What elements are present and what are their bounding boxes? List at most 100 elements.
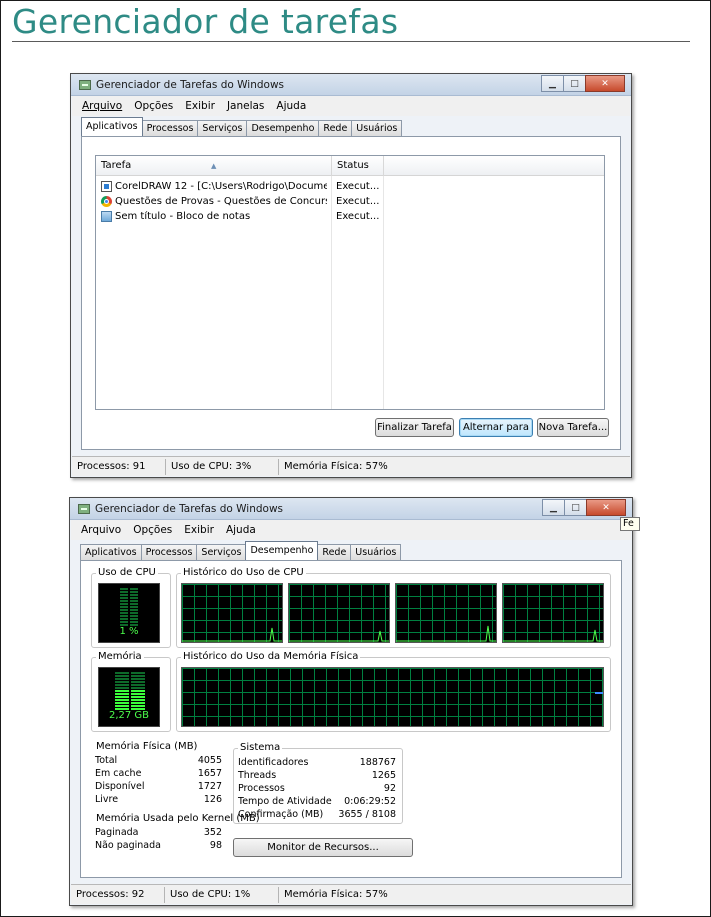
cpu-meter-bars (120, 588, 138, 626)
meter-segment (131, 702, 145, 704)
memory-value: 2,27 GB (108, 710, 150, 721)
menu-janelas[interactable]: Janelas (227, 100, 264, 112)
meter-segment (115, 705, 129, 707)
cpu-core-line-2 (289, 630, 389, 642)
minimize-button[interactable]: ▁ (542, 499, 565, 516)
task-list[interactable]: Tarefa ▲ Status CorelDRAW 12 - [C:\Users… (95, 155, 605, 410)
close-button[interactable]: ✕ (586, 499, 626, 516)
meter-segment (120, 588, 128, 590)
tab-desempenho[interactable]: Desempenho (245, 541, 319, 560)
meter-segment (131, 684, 145, 686)
tab-processos[interactable]: Processos (141, 120, 199, 136)
meter-segment (131, 690, 145, 692)
title-bar[interactable]: Gerenciador de Tarefas do Windows ▁ □ ✕ (70, 498, 632, 520)
applications-panel: Tarefa ▲ Status CorelDRAW 12 - [C:\Users… (81, 136, 621, 450)
meter-segment (120, 597, 128, 599)
cpu-usage-value: 1 % (119, 626, 139, 637)
meter-segment (120, 609, 128, 611)
meter-segment (130, 597, 138, 599)
maximize-button[interactable]: □ (564, 499, 587, 516)
stat-row: Processos 92 (238, 783, 396, 794)
status-memory: Memória Física: 57% (284, 460, 388, 472)
tab-aplicativos[interactable]: Aplicativos (81, 117, 143, 136)
new-task-button[interactable]: Nova Tarefa... (537, 418, 609, 437)
menu-bar: Arquivo Opções Exibir Ajuda (71, 520, 631, 540)
meter-segment (115, 678, 129, 680)
task-name: Questões de Provas - Questões de Concurs… (115, 196, 327, 207)
memory-meter-bars (115, 672, 145, 710)
meter-segment (120, 603, 128, 605)
tooltip: Fe (620, 517, 640, 531)
meter-segment (130, 606, 138, 608)
switch-to-button[interactable]: Alternar para (459, 418, 533, 437)
meter-segment (115, 687, 129, 689)
column-tarefa[interactable]: Tarefa ▲ (96, 156, 332, 176)
tab-processos[interactable]: Processos (140, 544, 198, 560)
close-icon: ✕ (602, 502, 610, 513)
meter-segment (115, 675, 129, 677)
tab-servicos[interactable]: Serviços (196, 544, 247, 560)
meter-segment (115, 693, 129, 695)
meter-segment (130, 609, 138, 611)
meter-segment (115, 696, 129, 698)
title-bar[interactable]: Gerenciador de Tarefas do Windows ▁ □ ✕ (71, 74, 631, 96)
list-item[interactable]: CorelDRAW 12 - [C:\Users\Rodrigo\Documen… (96, 179, 396, 194)
tab-usuarios[interactable]: Usuários (351, 120, 403, 136)
status-bar: Processos: 92 Uso de CPU: 1% Memória Fís… (71, 884, 631, 904)
meter-segment (115, 690, 129, 692)
memory-label: Memória (96, 651, 144, 662)
list-header: Tarefa ▲ Status (96, 156, 604, 176)
tab-servicos[interactable]: Serviços (197, 120, 248, 136)
meter-segment (115, 684, 129, 686)
meter-segment (131, 675, 145, 677)
memory-meter: 2,27 GB (98, 667, 160, 727)
meter-segment (115, 702, 129, 704)
menu-exibir[interactable]: Exibir (185, 100, 215, 112)
meter-segment (131, 678, 145, 680)
page-title: Gerenciador de tarefas (12, 2, 399, 41)
meter-segment (130, 588, 138, 590)
tab-strip: Aplicativos Processos Serviços Desempenh… (80, 541, 402, 560)
tab-rede[interactable]: Rede (317, 544, 352, 560)
menu-opcoes[interactable]: Opções (133, 524, 172, 536)
maximize-button[interactable]: □ (563, 75, 586, 92)
list-item[interactable]: Sem título - Bloco de notas Execut... (96, 209, 396, 224)
cpu-core-line-4 (503, 629, 603, 642)
meter-segment (131, 699, 145, 701)
status-bar: Processos: 91 Uso de CPU: 3% Memória Fís… (72, 456, 630, 476)
meter-segment (130, 621, 138, 623)
stat-row: Tempo de Atividade 0:06:29:52 (238, 796, 396, 807)
system-group: Sistema Identificadores 188767 Threads 126… (233, 742, 403, 824)
list-item[interactable]: Questões de Provas - Questões de Concurs… (96, 194, 396, 209)
menu-exibir[interactable]: Exibir (184, 524, 214, 536)
tab-usuarios[interactable]: Usuários (350, 544, 402, 560)
menu-ajuda[interactable]: Ajuda (276, 100, 306, 112)
column-status[interactable]: Status (332, 156, 384, 176)
cpu-history-group: Histórico do Uso de CPU (176, 567, 611, 648)
meter-segment (130, 600, 138, 602)
physical-memory-group: Memória Física (MB) Total 4055 Em cache 16… (91, 741, 229, 810)
menu-ajuda[interactable]: Ajuda (226, 524, 256, 536)
tab-aplicativos[interactable]: Aplicativos (80, 544, 142, 560)
cpu-core-graph-2 (288, 583, 390, 643)
minimize-button[interactable]: ▁ (541, 75, 564, 92)
menu-opcoes[interactable]: Opções (134, 100, 173, 112)
performance-panel: Uso de CPU 1 % Histórico do Uso de CPU M… (80, 560, 622, 878)
task-name: CorelDRAW 12 - [C:\Users\Rodrigo\Documen… (115, 181, 327, 192)
menu-arquivo[interactable]: Arquivo (82, 100, 122, 112)
close-button[interactable]: ✕ (585, 75, 625, 92)
task-manager-icon (79, 80, 91, 90)
resource-monitor-button[interactable]: Monitor de Recursos... (233, 838, 413, 857)
stat-row: Livre 126 (95, 794, 222, 805)
tab-desempenho[interactable]: Desempenho (246, 120, 320, 136)
stat-row: Threads 1265 (238, 770, 396, 781)
status-memory: Memória Física: 57% (284, 888, 388, 900)
task-status: Execut... (336, 181, 380, 192)
cpu-core-graph-3 (395, 583, 497, 643)
tab-rede[interactable]: Rede (318, 120, 353, 136)
end-task-button[interactable]: Finalizar Tarefa (375, 418, 454, 437)
meter-segment (131, 687, 145, 689)
meter-segment (115, 672, 129, 674)
status-processes: Processos: 91 (72, 458, 166, 475)
menu-arquivo[interactable]: Arquivo (81, 524, 121, 536)
